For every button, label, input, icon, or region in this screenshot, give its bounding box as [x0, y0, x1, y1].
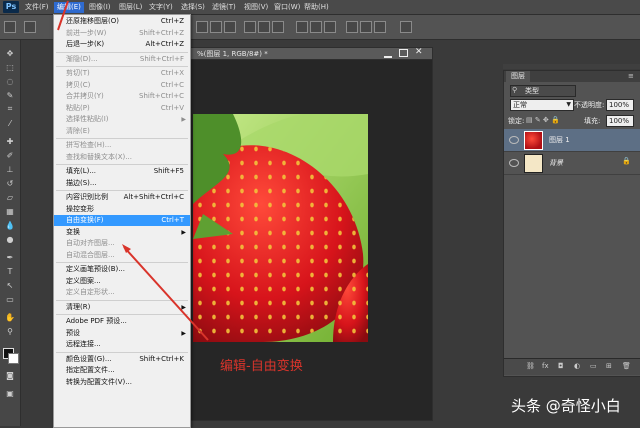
- watermark: 头条 @奇怪小白: [511, 397, 621, 415]
- annotation-arrows: [57, 0, 209, 341]
- annotation-label: 编辑-自由变换: [220, 359, 303, 374]
